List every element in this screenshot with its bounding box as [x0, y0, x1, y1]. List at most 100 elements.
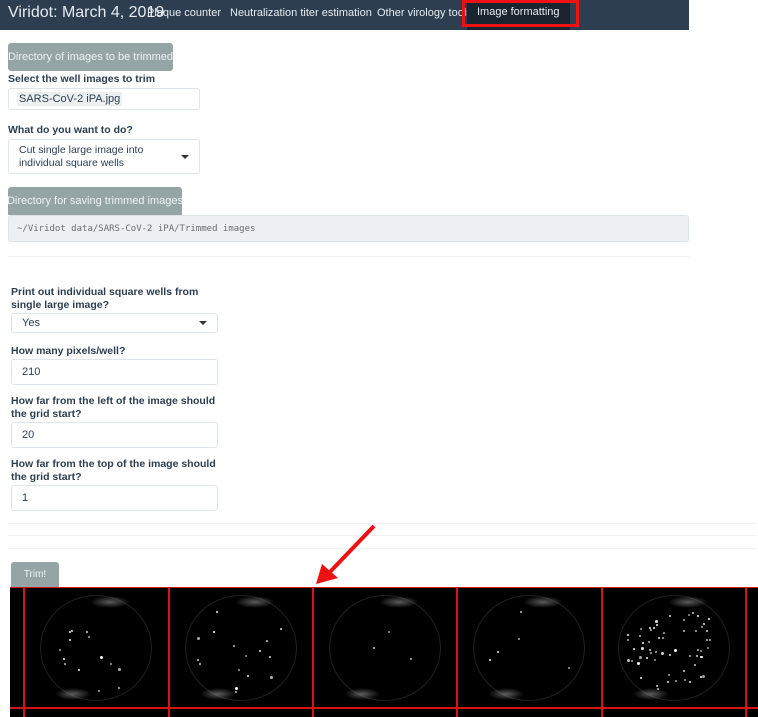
grid-line-bottom	[10, 707, 758, 709]
app-brand[interactable]: Viridot: March 4, 2019	[8, 4, 164, 22]
well-image	[473, 595, 585, 701]
plaque-dot	[199, 662, 202, 665]
plaque-dot	[246, 674, 249, 677]
pixels-label: How many pixels/well?	[11, 345, 126, 357]
plaque-dot	[694, 629, 697, 632]
print-wells-value: Yes	[22, 317, 40, 329]
plaque-dot	[196, 658, 199, 661]
plaque-dot	[638, 656, 642, 660]
plaque-dot	[699, 650, 702, 653]
plaque-dot	[662, 631, 665, 634]
grid-line-top	[10, 587, 758, 588]
tab-neutralization-titer[interactable]: Neutralization titer estimation	[230, 7, 372, 19]
well-glare	[668, 596, 708, 608]
plaque-dot	[639, 627, 642, 630]
plaque-dot	[270, 675, 274, 679]
plaque-dot	[655, 619, 659, 623]
plaque-dot	[655, 623, 658, 626]
plaque-dot	[641, 646, 645, 650]
top-offset-value: 1	[22, 492, 29, 504]
trim-button[interactable]: Trim!	[11, 562, 59, 587]
save-path-display: ~/Viridot data/SARS-CoV-2 iPA/Trimmed im…	[8, 215, 689, 242]
well-image	[40, 595, 152, 701]
navbar: Viridot: March 4, 2019 Plaque counter Ne…	[0, 0, 689, 30]
well-glare	[55, 688, 91, 700]
plaque-dot	[232, 644, 235, 647]
plaque-dot	[706, 647, 709, 650]
divider	[8, 548, 756, 549]
divider	[8, 523, 756, 524]
plaque-dot	[700, 655, 703, 658]
grid-line	[168, 587, 170, 717]
well-image	[618, 595, 730, 701]
top-offset-input[interactable]: 1	[11, 485, 218, 511]
plaque-dot	[488, 658, 491, 661]
directory-images-button[interactable]: Directory of images to be trimmed	[8, 43, 173, 71]
plaque-dot	[99, 656, 103, 660]
plaque-dot	[78, 668, 81, 671]
trimmed-grid-preview	[10, 587, 758, 717]
pixels-input[interactable]: 210	[11, 359, 218, 385]
pixels-value: 210	[22, 366, 41, 378]
well-glare	[633, 688, 669, 700]
action-select[interactable]: Cut single large image into individual s…	[8, 139, 200, 174]
top-offset-label: How far from the top of the image should…	[11, 458, 216, 483]
plaque-dot	[567, 666, 570, 669]
plaque-dot	[517, 637, 520, 640]
grid-line	[456, 587, 458, 717]
plaque-dot	[234, 686, 238, 690]
print-wells-label: Print out individual square wells from s…	[11, 286, 199, 311]
plaque-dot	[682, 630, 685, 633]
plaque-dot	[683, 678, 686, 681]
grid-line	[745, 587, 747, 717]
plaque-dot	[117, 686, 120, 689]
well-glare	[523, 596, 563, 608]
directory-save-button[interactable]: Directory for saving trimmed images	[7, 187, 183, 215]
left-offset-value: 20	[22, 429, 35, 441]
highlight-annotation-box	[462, 0, 579, 27]
plaque-dot	[669, 653, 672, 656]
divider	[8, 535, 756, 536]
well-image	[185, 595, 297, 701]
well-glare	[235, 596, 275, 608]
plaque-dot	[696, 648, 699, 651]
plaque-dot	[660, 651, 664, 655]
plaque-dot	[674, 679, 677, 682]
plaque-dot	[649, 652, 652, 654]
plaque-dot	[687, 614, 690, 617]
plaque-dot	[244, 654, 247, 657]
tab-other-virology-tools[interactable]: Other virology tools	[377, 7, 472, 19]
well-glare	[379, 596, 419, 608]
plaque-dot	[70, 629, 73, 632]
left-offset-label: How far from the left of the image shoul…	[11, 395, 216, 420]
plaque-dot	[630, 660, 633, 663]
action-select-value: Cut single large image into individual s…	[19, 143, 144, 169]
plaque-dot	[693, 663, 696, 666]
plaque-dot	[98, 689, 101, 692]
left-offset-input[interactable]: 20	[11, 422, 218, 448]
plaque-dot	[653, 626, 656, 629]
chevron-down-icon	[181, 154, 189, 159]
plaque-dot	[695, 655, 698, 658]
well-glare	[200, 688, 236, 700]
plaque-dot	[697, 614, 700, 617]
well-image	[329, 595, 441, 701]
action-label: What do you want to do?	[8, 124, 133, 136]
file-select-input[interactable]: SARS-CoV-2 iPA.jpg	[8, 88, 200, 110]
plaque-dot	[706, 629, 709, 632]
well-glare	[90, 596, 130, 608]
grid-line	[601, 587, 603, 717]
tab-plaque-counter[interactable]: Plaque counter	[147, 7, 221, 19]
selected-file-name: SARS-CoV-2 iPA.jpg	[17, 92, 123, 106]
chevron-down-icon	[199, 321, 207, 325]
plaque-dot	[632, 647, 635, 650]
plaque-dot	[86, 631, 89, 633]
arrow-annotation-icon	[316, 524, 376, 584]
print-wells-select[interactable]: Yes	[11, 313, 218, 333]
grid-line	[23, 587, 25, 717]
well-glare	[488, 688, 524, 700]
plaque-dot	[258, 649, 261, 652]
well-glare	[344, 688, 380, 700]
plaque-dot	[654, 651, 657, 654]
divider	[8, 256, 689, 257]
